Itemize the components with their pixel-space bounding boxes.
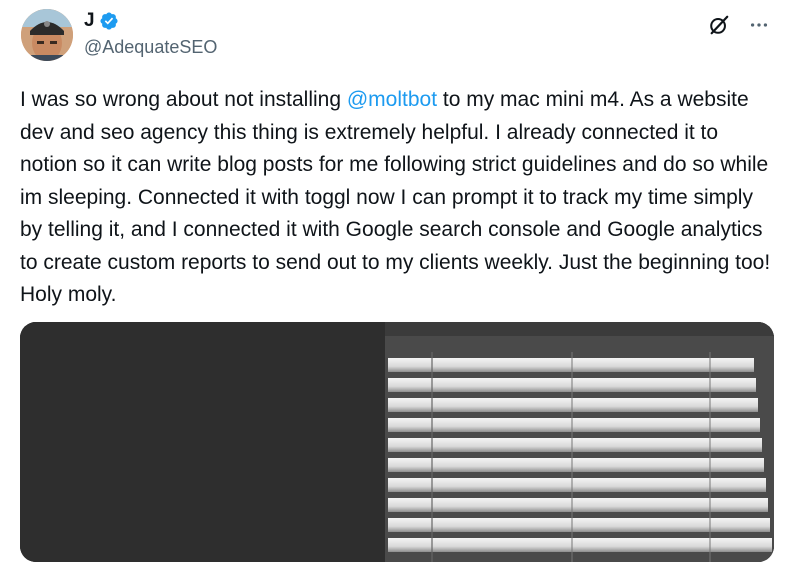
grok-icon xyxy=(710,15,729,35)
more-options-button[interactable] xyxy=(746,12,772,38)
author-handle[interactable]: @AdequateSEO xyxy=(84,37,217,58)
verified-badge-icon xyxy=(100,12,118,30)
media-attachment[interactable] xyxy=(20,322,774,562)
grok-button[interactable] xyxy=(706,12,732,38)
more-options-icon xyxy=(750,23,768,27)
tweet-text: I was so wrong about not installing @mol… xyxy=(20,84,780,312)
mention-link[interactable]: @moltbot xyxy=(347,88,437,111)
window-blinds-photo xyxy=(20,322,774,562)
tweet-text-end: to my mac mini m4. As a website dev and … xyxy=(20,88,777,306)
tweet-text-start: I was so wrong about not installing xyxy=(20,88,347,111)
avatar[interactable] xyxy=(21,9,73,61)
display-name[interactable]: J xyxy=(84,10,95,32)
avatar-image xyxy=(21,9,73,61)
